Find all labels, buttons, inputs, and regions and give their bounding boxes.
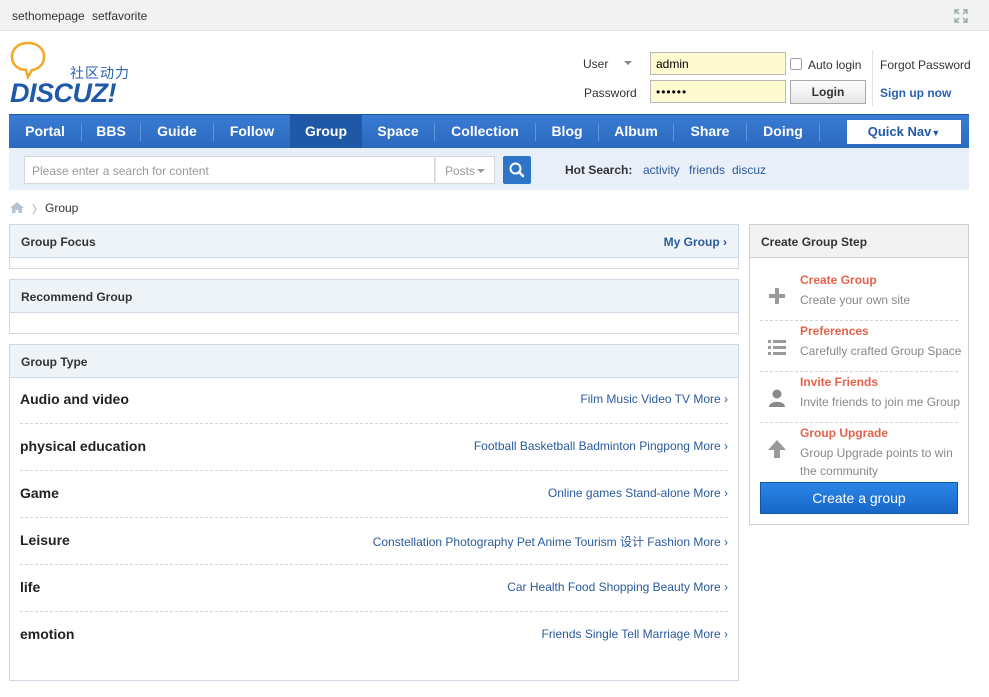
group-type-name[interactable]: Leisure [20,532,70,548]
group-type-name[interactable]: life [20,579,40,595]
nav-album[interactable]: Album [599,115,673,148]
quick-nav-label: Quick Nav [867,124,932,139]
group-type-links[interactable]: Online games Stand-alone More › [548,486,728,500]
plus-icon [769,288,785,304]
nav-group[interactable]: Group [290,115,362,148]
search-bar: Please enter a search for content Posts … [9,148,969,190]
search-type-select[interactable]: Posts [435,156,495,184]
step-title[interactable]: Invite Friends [800,375,878,389]
user-icon [769,389,785,407]
breadcrumb-separator: 〉 [32,204,43,216]
expand-icon[interactable] [953,8,969,24]
group-type-name[interactable]: Game [20,485,59,501]
nav-doing[interactable]: Doing [747,115,819,148]
divider [872,50,873,106]
auto-login-label: Auto login [808,58,862,72]
list-icon [768,340,786,355]
top-bar: sethomepage setfavorite [0,0,989,31]
step-preferences: Preferences Carefully crafted Group Spac… [760,321,961,372]
recommend-group-box: Recommend Group [9,279,739,334]
hot-search-label: Hot Search: [565,163,633,177]
hot-search-link[interactable]: discuz [732,163,766,177]
breadcrumb-current: Group [45,201,79,215]
search-type-label: Posts [445,164,476,178]
nav-follow[interactable]: Follow [214,115,290,148]
quick-nav-button[interactable]: Quick Nav▼ [847,120,961,144]
group-type-links[interactable]: Film Music Video TV More › [580,392,728,406]
step-desc: Carefully crafted Group Space [800,344,962,358]
group-type-row: Audio and video Film Music Video TV More… [20,377,728,424]
group-type-header: Group Type [10,345,738,378]
group-type-row: life Car Health Food Shopping Beauty Mor… [20,565,728,612]
step-title[interactable]: Create Group [800,273,877,287]
username-input[interactable]: admin [650,52,786,75]
forgot-password-link[interactable]: Forgot Password [880,58,971,72]
user-label: User [583,57,609,71]
group-type-box: Group Type Audio and video Film Music Vi… [9,344,739,681]
main-nav: Portal BBS Guide Follow Group Space Coll… [9,114,969,148]
nav-share[interactable]: Share [674,115,746,148]
step-create-group: Create Group Create your own site [760,270,958,321]
step-title[interactable]: Group Upgrade [800,426,888,440]
search-input[interactable]: Please enter a search for content [24,156,435,184]
step-invite-friends: Invite Friends Invite friends to join me… [760,372,960,423]
group-type-links[interactable]: Friends Single Tell Marriage More › [541,627,728,641]
group-type-links[interactable]: Constellation Photography Pet Anime Tour… [373,533,728,550]
step-desc: Group Upgrade points to win the communit… [800,446,953,478]
hot-search-link[interactable]: activity [643,163,680,177]
hot-search-link[interactable]: friends [689,163,725,177]
create-group-step-header: Create Group Step [750,225,968,258]
recommend-group-title: Recommend Group [21,290,133,304]
group-type-name[interactable]: emotion [20,626,74,642]
chevron-down-icon [477,169,485,173]
nav-portal[interactable]: Portal [9,115,81,148]
group-focus-title: Group Focus [21,235,96,249]
logo-text[interactable]: DISCUZ! [10,78,117,109]
group-type-row: emotion Friends Single Tell Marriage Mor… [20,612,728,659]
step-group-upgrade: Group Upgrade Group Upgrade points to wi… [760,423,958,478]
create-group-button[interactable]: Create a group [760,482,958,514]
step-title[interactable]: Preferences [800,324,869,338]
step-desc: Invite friends to join me Group [800,395,961,409]
setfavorite-link[interactable]: setfavorite [92,9,147,23]
nav-bbs[interactable]: BBS [82,115,140,148]
home-icon[interactable] [9,201,25,214]
chevron-down-icon[interactable] [624,61,632,65]
chevron-down-icon: ▼ [931,128,941,138]
search-icon [509,162,525,178]
group-type-name[interactable]: Audio and video [20,391,129,407]
nav-space[interactable]: Space [362,115,434,148]
group-focus-box: Group Focus My Group › [9,224,739,269]
group-type-row: Game Online games Stand-alone More › [20,471,728,518]
my-group-link[interactable]: My Group › [664,235,727,249]
auto-login-checkbox[interactable] [790,58,802,70]
group-type-links[interactable]: Car Health Food Shopping Beauty More › [507,580,728,594]
password-label: Password [584,86,637,100]
sign-up-link[interactable]: Sign up now [880,86,951,100]
login-button[interactable]: Login [790,80,866,104]
create-group-step-panel: Create Group Step Create Group Create yo… [749,224,969,525]
search-button[interactable] [503,156,531,184]
group-focus-header: Group Focus My Group › [10,225,738,258]
nav-blog[interactable]: Blog [536,115,598,148]
password-input[interactable]: •••••• [650,80,786,103]
group-type-links[interactable]: Football Basketball Badminton Pingpong M… [474,439,728,453]
group-type-title: Group Type [21,355,88,369]
create-group-step-title: Create Group Step [761,235,868,249]
group-type-name[interactable]: physical education [20,438,146,454]
step-desc: Create your own site [800,293,911,307]
group-type-row: Leisure Constellation Photography Pet An… [20,518,728,565]
nav-guide[interactable]: Guide [141,115,213,148]
sethomepage-link[interactable]: sethomepage [12,9,85,23]
arrow-up-icon [768,440,786,458]
group-type-row: physical education Football Basketball B… [20,424,728,471]
recommend-group-header: Recommend Group [10,280,738,313]
nav-collection[interactable]: Collection [435,115,535,148]
